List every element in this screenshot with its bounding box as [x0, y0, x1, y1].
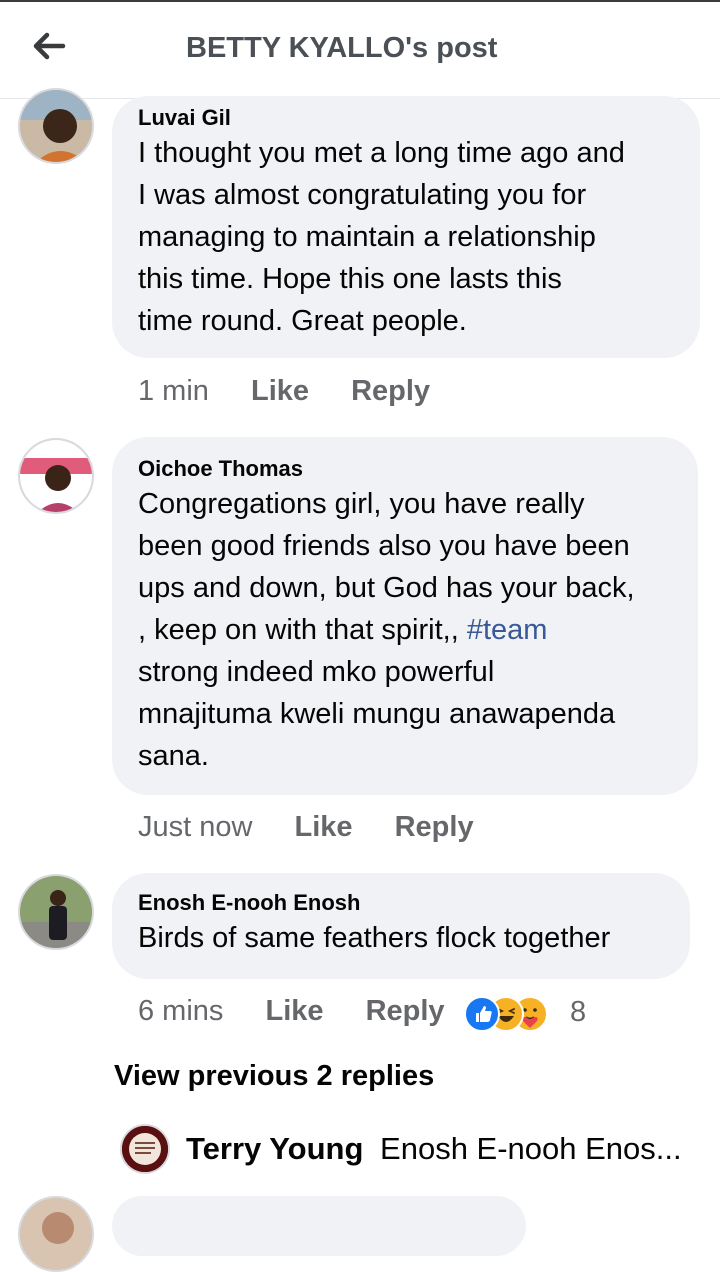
arrow-left-icon [33, 32, 66, 60]
profile-photo [20, 876, 92, 948]
profile-photo [20, 1198, 92, 1270]
hashtag-link[interactable]: #team [467, 614, 548, 646]
comment-text: Birds of same feathers flock together [138, 922, 611, 954]
comment-bubble: Oichoe Thomas Congregations girl, you ha… [112, 437, 698, 795]
reply-button[interactable]: Reply [366, 995, 445, 1027]
reply-button[interactable]: Reply [395, 811, 474, 843]
profile-photo [122, 1126, 168, 1172]
profile-photo [20, 90, 92, 162]
avatar[interactable] [18, 874, 94, 950]
comment-bubble: Enosh E-nooh Enosh Birds of same feather… [112, 873, 690, 979]
comment-time: Just now [138, 811, 253, 843]
comment-text: Congregations girl, you have really been… [138, 488, 635, 772]
comment-bubble [112, 1196, 526, 1256]
like-button[interactable]: Like [251, 375, 309, 407]
reply-text: Enosh E-nooh Enos... [380, 1131, 682, 1166]
avatar[interactable] [18, 1196, 94, 1272]
comment-actions: Just now Like Reply [138, 811, 474, 844]
comment-author[interactable]: Oichoe Thomas [138, 455, 672, 483]
like-reaction-icon [464, 996, 500, 1032]
comment-actions: 6 mins Like Reply [138, 995, 445, 1028]
comment-bubble: Luvai Gil I thought you met a long time … [112, 96, 700, 358]
comment-text: I thought you met a long time ago and I … [138, 137, 625, 337]
reply-author[interactable]: Terry Young [186, 1131, 363, 1166]
comment-author[interactable]: Luvai Gil [138, 104, 674, 132]
view-previous-replies-link[interactable]: View previous 2 replies [114, 1060, 434, 1093]
post-header: BETTY KYALLO's post [0, 2, 720, 99]
comment-author[interactable]: Enosh E-nooh Enosh [138, 889, 664, 917]
reaction-count: 8 [570, 996, 587, 1028]
comment-time: 1 min [138, 375, 209, 407]
avatar[interactable] [120, 1124, 170, 1174]
avatar[interactable] [18, 88, 94, 164]
avatar[interactable] [18, 438, 94, 514]
reply-button[interactable]: Reply [351, 375, 430, 407]
comment-time: 6 mins [138, 995, 224, 1027]
page-title: BETTY KYALLO's post [186, 32, 498, 64]
reply-preview[interactable]: Terry Young Enosh E-nooh Enos... [186, 1131, 686, 1167]
back-button[interactable] [22, 24, 74, 72]
like-button[interactable]: Like [295, 811, 353, 843]
comment-actions: 1 min Like Reply [138, 375, 430, 408]
like-button[interactable]: Like [265, 995, 323, 1027]
reactions-summary[interactable]: 8 [464, 996, 594, 1032]
profile-photo [20, 440, 92, 512]
